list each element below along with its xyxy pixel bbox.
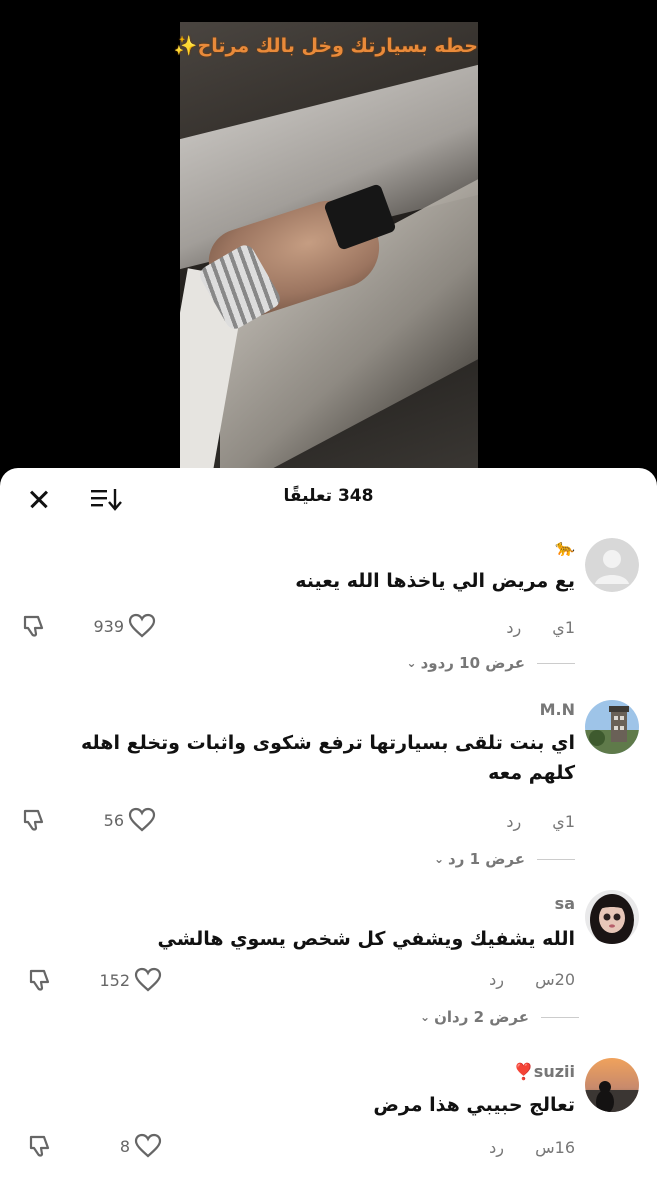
- comment-text: تعالج حبيبي هذا مرض: [373, 1094, 575, 1116]
- view-replies-button[interactable]: عرض 1 رد ⌄: [434, 850, 575, 868]
- like-count: 56: [103, 810, 124, 830]
- comment-username[interactable]: suzii❣️: [514, 1062, 575, 1081]
- comment-text: الله يشفيك ويشفي كل شخص يسوي هالشي: [157, 928, 575, 950]
- comment-time: 1ي: [552, 618, 575, 637]
- like-controls: 56: [20, 806, 156, 834]
- view-replies-button[interactable]: عرض 10 ردود ⌄: [406, 654, 575, 672]
- video-frame[interactable]: [180, 22, 478, 470]
- dislike-icon[interactable]: [20, 612, 48, 640]
- sheet-header: 348 تعليقًا: [0, 468, 657, 528]
- dislike-icon[interactable]: [20, 806, 48, 834]
- comments-sheet: 348 تعليقًا 🐆 يع مريض الي ياخذها الله يع…: [0, 468, 657, 1200]
- divider: [541, 1016, 579, 1018]
- divider: [537, 662, 575, 664]
- view-replies-label: عرض 1 رد: [448, 850, 525, 868]
- comment-meta: 1ي رد: [506, 812, 575, 831]
- avatar[interactable]: [585, 700, 639, 754]
- comment-meta: 1ي رد: [506, 618, 575, 637]
- reply-button[interactable]: رد: [489, 1138, 504, 1157]
- comment-meta: 16س رد: [489, 1138, 575, 1157]
- comment-meta: 20س رد: [489, 970, 575, 989]
- chevron-down-icon: ⌄: [420, 1010, 431, 1024]
- avatar[interactable]: [585, 538, 639, 592]
- video-caption: حطه بسيارتك وخل بالك مرتاح✨: [173, 35, 478, 57]
- heart-icon[interactable]: [134, 966, 162, 994]
- video-area[interactable]: حطه بسيارتك وخل بالك مرتاح✨: [0, 0, 657, 470]
- divider: [537, 858, 575, 860]
- comment-time: 1ي: [552, 812, 575, 831]
- avatar[interactable]: [585, 1058, 639, 1112]
- reply-button[interactable]: رد: [489, 970, 504, 989]
- comments-count-title: 348 تعليقًا: [283, 486, 374, 506]
- dislike-icon[interactable]: [26, 966, 54, 994]
- view-replies-button[interactable]: عرض 2 ردان ⌄: [420, 1008, 579, 1026]
- like-controls: 8: [26, 1132, 162, 1160]
- view-replies-label: عرض 10 ردود: [420, 654, 525, 672]
- comment-text: اي بنت تلقى بسيارتها ترفع شكوى واثبات وت…: [81, 732, 575, 784]
- heart-icon[interactable]: [128, 612, 156, 640]
- like-controls: 152: [26, 966, 162, 994]
- comment-time: 20س: [535, 970, 575, 989]
- comment-username[interactable]: M.N: [540, 700, 575, 719]
- heart-icon[interactable]: [128, 806, 156, 834]
- reply-button[interactable]: رد: [506, 618, 521, 637]
- heart-icon[interactable]: [134, 1132, 162, 1160]
- avatar[interactable]: [585, 890, 639, 944]
- comment-time: 16س: [535, 1138, 575, 1157]
- like-count: 8: [119, 1136, 130, 1156]
- like-controls: 939: [20, 612, 156, 640]
- dislike-icon[interactable]: [26, 1132, 54, 1160]
- chevron-down-icon: ⌄: [433, 852, 445, 866]
- comment-username[interactable]: sa: [555, 894, 575, 913]
- view-replies-label: عرض 2 ردان: [434, 1008, 529, 1026]
- reply-button[interactable]: رد: [506, 812, 521, 831]
- like-count: 939: [93, 616, 124, 636]
- chevron-down-icon: ⌄: [406, 656, 417, 670]
- comment-username[interactable]: 🐆: [555, 538, 575, 557]
- comment-text: يع مريض الي ياخذها الله يعينه: [295, 570, 575, 592]
- like-count: 152: [99, 970, 130, 990]
